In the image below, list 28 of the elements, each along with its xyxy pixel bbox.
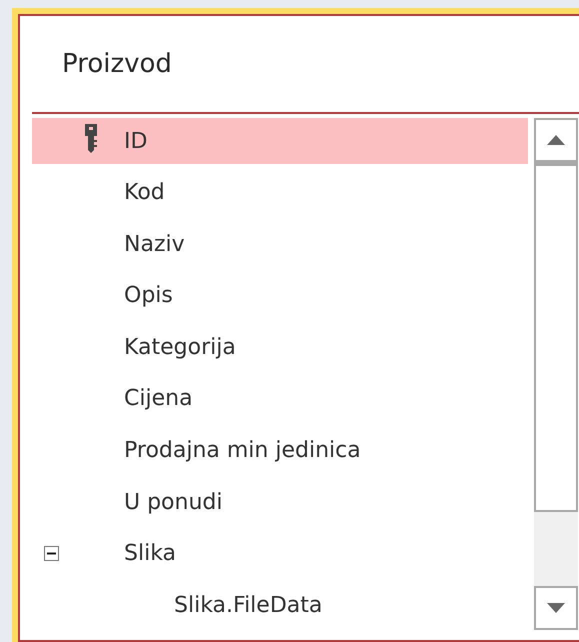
field-name: Opis [124,283,173,308]
field-name: Slika.FileData [174,592,322,618]
field-row[interactable]: Slika.FileData [32,582,528,628]
up-arrow-icon [547,135,565,145]
field-row[interactable]: Kategorija [32,324,528,370]
field-row[interactable]: ID [32,118,528,164]
field-name: Naziv [124,232,185,257]
field-row[interactable]: U ponudi [32,479,528,526]
scrollbar[interactable] [534,118,578,630]
field-name: Kategorija [124,334,236,360]
field-row[interactable]: Kod [32,170,528,216]
field-name: Slika [124,541,176,566]
field-name: U ponudi [124,490,222,515]
field-name: ID [124,128,148,154]
down-arrow-icon [547,603,565,613]
field-row[interactable]: Cijena [32,376,528,422]
scroll-down-button[interactable] [534,586,578,630]
field-row[interactable]: Naziv [32,221,528,268]
collapse-icon[interactable] [44,546,59,562]
field-name: Prodajna min jedinica [124,438,361,464]
field-name: Kod [124,180,165,206]
field-row[interactable]: Slika [32,530,528,577]
field-row[interactable]: Prodajna min jedinica [32,428,528,474]
scroll-thumb[interactable] [534,162,578,512]
field-name: Cijena [124,386,193,412]
scroll-up-button[interactable] [534,118,578,162]
field-row[interactable]: Opis [32,272,528,319]
table-title: Proizvod [62,49,172,79]
